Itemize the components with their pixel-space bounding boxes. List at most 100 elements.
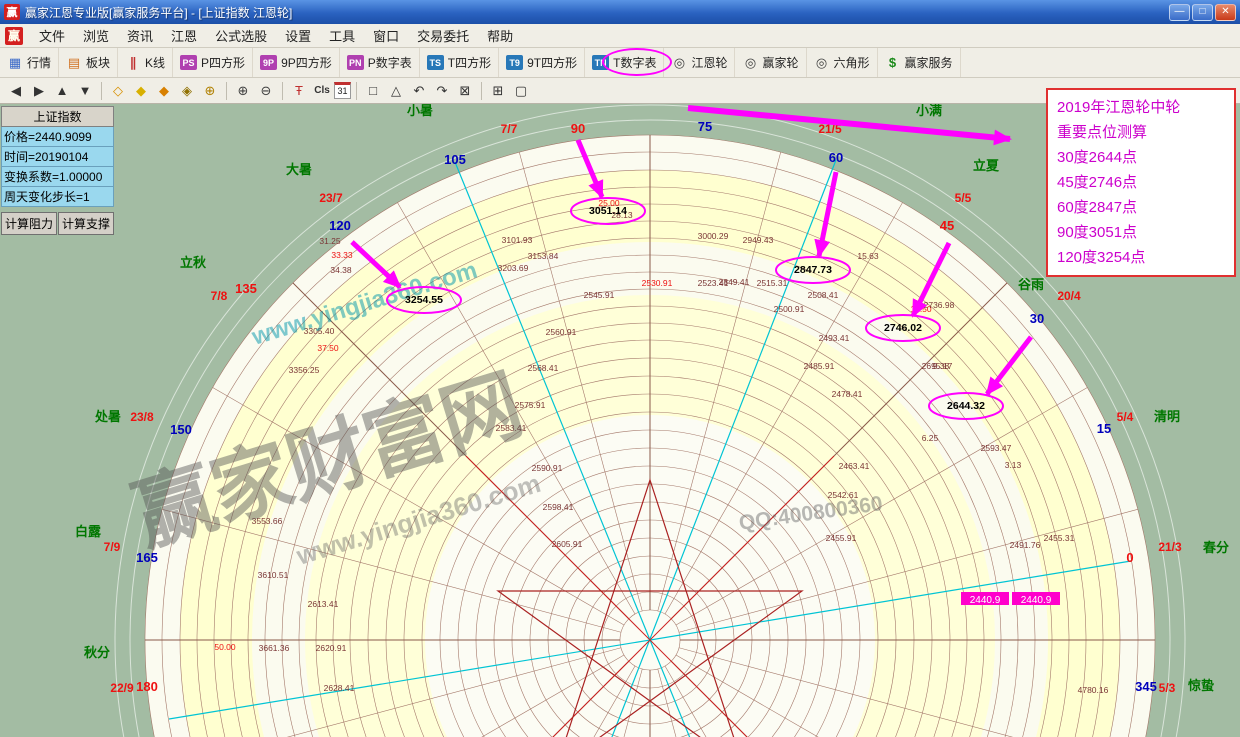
- menu-item-0[interactable]: 文件: [30, 23, 74, 48]
- highlighted-price: 2847.73: [794, 264, 832, 276]
- degree-label: 105: [444, 152, 466, 167]
- drawing-tool-6[interactable]: ◆: [130, 80, 152, 101]
- wheel-number: 2568.41: [528, 363, 559, 373]
- wheel-number: 2605.91: [552, 539, 583, 549]
- drawing-tool-12[interactable]: ⊖: [255, 80, 277, 101]
- menu-bar-items: 文件浏览资讯江恩公式选股设置工具窗口交易委托帮助: [30, 23, 522, 48]
- wheel-icon: ◎: [742, 56, 758, 69]
- menu-item-1[interactable]: 浏览: [74, 23, 118, 48]
- toolbar-button-label: P数字表: [368, 54, 412, 71]
- close-button[interactable]: ✕: [1215, 4, 1236, 21]
- degree-label: 135: [235, 281, 257, 296]
- wheel-number: 2593.47: [981, 443, 1012, 453]
- minimize-button[interactable]: —: [1169, 4, 1190, 21]
- solar-term-label: 谷雨: [1018, 277, 1044, 292]
- wheel-number: 2515.31: [757, 278, 788, 288]
- blocks-icon: ▤: [66, 56, 82, 69]
- date-label: 20/4: [1057, 289, 1081, 303]
- toolbar-button-8[interactable]: TNT数字表: [585, 48, 664, 77]
- toolbar-button-label: 9T四方形: [527, 54, 577, 71]
- toolbar-button-12[interactable]: $赢家服务: [878, 48, 961, 77]
- wheel-number: 2613.41: [308, 599, 339, 609]
- date-label: 5/4: [1117, 410, 1134, 424]
- grid-icon: ▦: [7, 56, 23, 69]
- wheel-number: 2736.98: [924, 300, 955, 310]
- highlighted-price: 3051.14: [589, 205, 627, 217]
- solar-term-label: 立秋: [180, 255, 207, 270]
- drawing-tool-20[interactable]: ↶: [408, 80, 430, 101]
- drawing-tool-25[interactable]: ▢: [510, 80, 532, 101]
- toolbar-separator: [226, 82, 227, 100]
- annotation-line-0: 2019年江恩轮中轮: [1057, 95, 1225, 120]
- wheel-number: 2455.91: [826, 533, 857, 543]
- toolbar-button-7[interactable]: T99T四方形: [499, 48, 585, 77]
- drawing-tool-24[interactable]: ⊞: [487, 80, 509, 101]
- drawing-tool-1[interactable]: ▶: [28, 80, 50, 101]
- wheel-number: 33.33: [331, 250, 353, 260]
- date-label: 7/9: [104, 540, 121, 554]
- menu-item-4[interactable]: 公式选股: [206, 23, 276, 48]
- annotation-arrow: [688, 108, 1010, 139]
- drawing-tool-0[interactable]: ◀: [5, 80, 27, 101]
- toolbar-button-1[interactable]: ▤板块: [59, 48, 118, 77]
- menu-item-7[interactable]: 窗口: [364, 23, 408, 48]
- drawing-tool-2[interactable]: ▲: [51, 80, 73, 101]
- info-row-0: 价格=2440.9099: [1, 127, 114, 147]
- wheel-number: 3610.51: [258, 570, 289, 580]
- menu-bar: 赢 文件浏览资讯江恩公式选股设置工具窗口交易委托帮助: [0, 24, 1240, 48]
- toolbar-button-label: 六角形: [834, 54, 870, 71]
- menu-item-8[interactable]: 交易委托: [408, 23, 478, 48]
- maximize-button[interactable]: □: [1192, 4, 1213, 21]
- wheel-number: 3101.93: [502, 235, 533, 245]
- annotation-line-6: 120度3254点: [1057, 245, 1225, 270]
- drawing-tool-5[interactable]: ◇: [107, 80, 129, 101]
- drawing-tool-15[interactable]: Cls: [311, 80, 333, 101]
- drawing-tool-3[interactable]: ▼: [74, 80, 96, 101]
- toolbar-button-9[interactable]: ◎江恩轮: [664, 48, 735, 77]
- toolbar-button-11[interactable]: ◎六角形: [807, 48, 878, 77]
- drawing-tool-14[interactable]: Ŧ: [288, 80, 310, 101]
- solar-term-label: 处暑: [94, 409, 121, 424]
- drawing-tool-22[interactable]: ⊠: [454, 80, 476, 101]
- toolbar-separator: [101, 82, 102, 100]
- menu-item-6[interactable]: 工具: [320, 23, 364, 48]
- drawing-tool-8[interactable]: ◈: [176, 80, 198, 101]
- toolbar-separator: [481, 82, 482, 100]
- wheel-number: 3153.84: [528, 251, 559, 261]
- drawing-tool-18[interactable]: □: [362, 80, 384, 101]
- drawing-tool-11[interactable]: ⊕: [232, 80, 254, 101]
- toolbar-button-5[interactable]: PNP数字表: [340, 48, 420, 77]
- wheel-number: 2560.91: [546, 327, 577, 337]
- menu-item-5[interactable]: 设置: [276, 23, 320, 48]
- menu-item-9[interactable]: 帮助: [478, 23, 522, 48]
- drawing-tool-21[interactable]: ↷: [431, 80, 453, 101]
- date-label: 22/9: [110, 681, 134, 695]
- drawing-tool-7[interactable]: ◆: [153, 80, 175, 101]
- degree-label: 15: [1097, 421, 1111, 436]
- toolbar-button-0[interactable]: ▦行情: [0, 48, 59, 77]
- annotation-line-3: 45度2746点: [1057, 170, 1225, 195]
- annotation-line-2: 30度2644点: [1057, 145, 1225, 170]
- drawing-tool-9[interactable]: ⊕: [199, 80, 221, 101]
- menu-item-2[interactable]: 资讯: [118, 23, 162, 48]
- degree-label: 45: [940, 218, 954, 233]
- date-label: 7/7: [501, 122, 518, 136]
- menu-item-3[interactable]: 江恩: [162, 23, 206, 48]
- wheel-number: 37.50: [317, 343, 339, 353]
- toolbar-button-6[interactable]: TST四方形: [420, 48, 499, 77]
- drawing-tool-19[interactable]: △: [385, 80, 407, 101]
- wheel-number: 6.25: [922, 433, 939, 443]
- toolbar-button-label: T四方形: [448, 54, 491, 71]
- highlighted-price: 2644.32: [947, 400, 985, 412]
- toolbar-button-10[interactable]: ◎赢家轮: [735, 48, 806, 77]
- toolbar-button-4[interactable]: 9P9P四方形: [253, 48, 340, 77]
- solar-term-label: 春分: [1202, 540, 1229, 555]
- toolbar-button-3[interactable]: PSP四方形: [173, 48, 253, 77]
- calc-button-0[interactable]: 计算阻力: [1, 212, 57, 235]
- toolbar-badge-icon: TN: [592, 55, 609, 70]
- date-label: 5/5: [955, 191, 972, 205]
- calc-button-1[interactable]: 计算支撑: [58, 212, 114, 235]
- toolbar-button-2[interactable]: ∥K线: [118, 48, 173, 77]
- degree-label: 0: [1126, 550, 1133, 565]
- drawing-tool-16[interactable]: 31: [334, 82, 351, 99]
